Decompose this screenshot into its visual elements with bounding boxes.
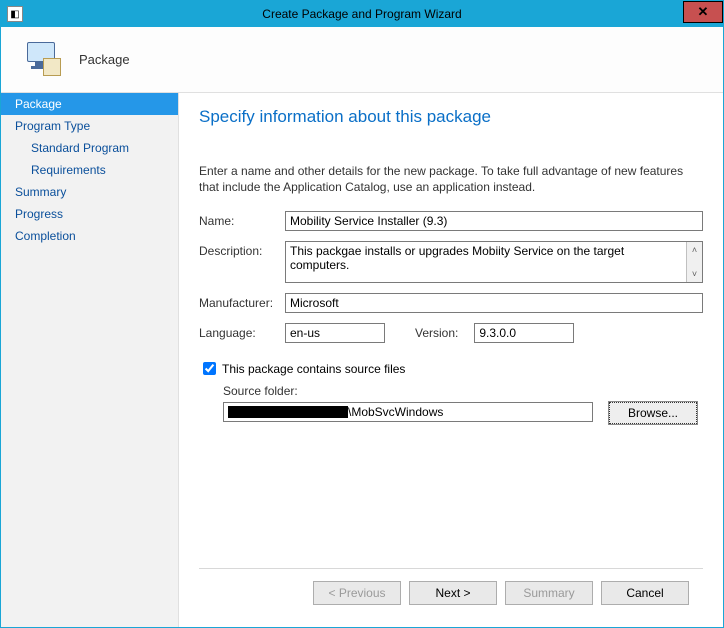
nav-standard-program[interactable]: Standard Program [1,137,178,159]
label-source-checkbox: This package contains source files [222,362,405,376]
close-icon: ✕ [698,4,709,20]
wizard-body: Package Program Type Standard Program Re… [1,93,723,627]
input-version[interactable] [474,323,574,343]
summary-button: Summary [505,581,593,605]
wizard-header: Package [1,27,723,93]
nav-requirements[interactable]: Requirements [1,159,178,181]
label-name: Name: [199,211,285,228]
window-title: Create Package and Program Wizard [1,7,723,21]
description-wrap: ˄ ˅ [285,241,703,283]
input-source-folder[interactable]: \MobSvcWindows [223,402,593,422]
page-heading: Specify information about this package [199,107,703,127]
description-scrollbar[interactable]: ˄ ˅ [686,242,702,282]
previous-button: < Previous [313,581,401,605]
row-source-checkbox: This package contains source files [199,359,703,378]
input-language[interactable] [285,323,385,343]
page-intro: Enter a name and other details for the n… [199,163,703,195]
cancel-button[interactable]: Cancel [601,581,689,605]
label-description: Description: [199,241,285,258]
row-name: Name: [199,211,703,231]
nav-summary[interactable]: Summary [1,181,178,203]
titlebar: ◧ Create Package and Program Wizard ✕ [1,1,723,27]
input-name[interactable] [285,211,703,231]
label-manufacturer: Manufacturer: [199,293,285,310]
redacted-path [228,406,348,418]
nav-program-type[interactable]: Program Type [1,115,178,137]
wizard-content: Specify information about this package E… [179,93,723,627]
label-source-folder: Source folder: [223,384,703,398]
label-language: Language: [199,323,285,340]
next-button[interactable]: Next > [409,581,497,605]
wizard-footer: < Previous Next > Summary Cancel [199,568,703,617]
checkbox-source-files[interactable] [203,362,216,375]
row-manufacturer: Manufacturer: [199,293,703,313]
browse-button[interactable]: Browse... [609,402,697,424]
nav-completion[interactable]: Completion [1,225,178,247]
nav-progress[interactable]: Progress [1,203,178,225]
scroll-up-icon: ˄ [687,242,702,258]
nav-package[interactable]: Package [1,93,178,115]
wizard-window: ◧ Create Package and Program Wizard ✕ Pa… [0,0,724,628]
input-description[interactable] [286,242,686,282]
wizard-header-title: Package [79,52,130,67]
row-language-version: Language: Version: [199,323,703,343]
row-description: Description: ˄ ˅ [199,241,703,283]
package-icon [23,40,63,80]
label-version: Version: [415,323,458,340]
close-button[interactable]: ✕ [683,1,723,23]
row-source-folder: \MobSvcWindows Browse... [223,402,703,424]
source-suffix: \MobSvcWindows [348,405,443,419]
wizard-sidebar: Package Program Type Standard Program Re… [1,93,179,627]
input-manufacturer[interactable] [285,293,703,313]
scroll-down-icon: ˅ [687,266,702,282]
